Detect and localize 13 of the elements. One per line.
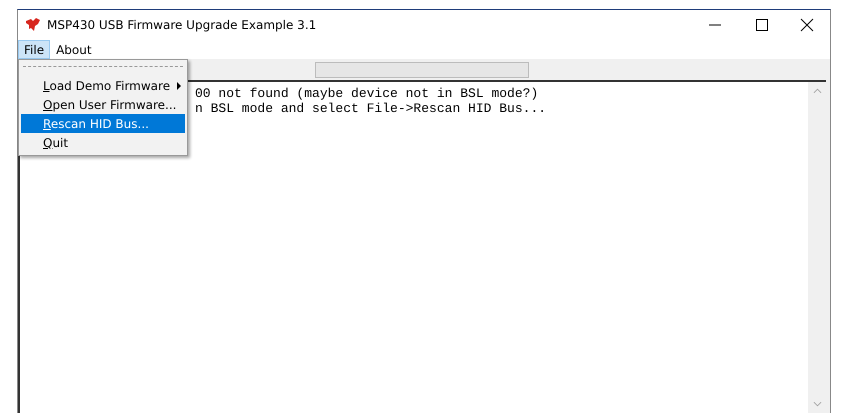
logo-icon [25, 18, 41, 32]
scroll-up-icon[interactable] [812, 88, 822, 94]
menu-item[interactable]: About [50, 40, 98, 59]
log-line: n BSL mode and select File->Rescan HID Bus... [195, 101, 548, 116]
scroll-down-icon[interactable] [812, 401, 822, 407]
menu-item[interactable]: Load Demo Firmware [21, 76, 185, 95]
menu-item[interactable]: File [18, 40, 50, 59]
submenu-arrow-icon [177, 82, 182, 90]
menu-item[interactable]: Open User Firmware... [21, 95, 185, 114]
menu-item[interactable]: Quit [21, 133, 185, 152]
log-line: 00 not found (maybe device not in BSL mode?) [195, 86, 540, 101]
menu-item[interactable]: Rescan HID Bus... [21, 114, 185, 133]
window-title: MSP430 USB Firmware Upgrade Example 3.1 [47, 18, 316, 32]
